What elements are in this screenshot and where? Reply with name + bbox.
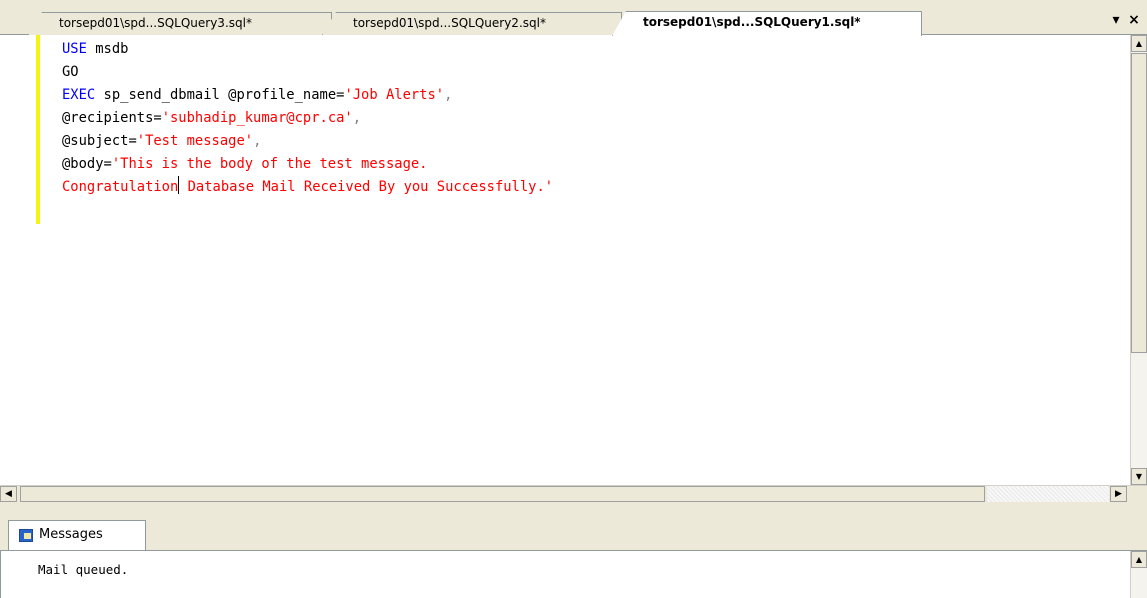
code-line: Congratulation Database Mail Received By… (62, 176, 553, 199)
code-line: @recipients='subhadip_kumar@cpr.ca', (62, 110, 362, 126)
code-line: EXEC sp_send_dbmail @profile_name='Job A… (62, 87, 453, 103)
code-line: USE msdb (62, 41, 129, 57)
change-indicator-bar (36, 35, 40, 224)
vertical-scroll-thumb[interactable] (1131, 53, 1147, 353)
sql-code[interactable]: USE msdb GO EXEC sp_send_dbmail @profile_n… (62, 38, 553, 199)
pane-splitter[interactable] (0, 502, 1147, 514)
tab-list-dropdown-icon[interactable]: ▾ (1107, 12, 1125, 28)
scroll-right-button[interactable]: ▶ (1110, 486, 1127, 502)
editor-gutter (0, 35, 36, 485)
tab-messages[interactable]: Messages (8, 520, 146, 550)
messages-icon (19, 529, 33, 542)
tab-sqlquery2[interactable]: torsepd01\spd...SQLQuery2.sql* (322, 12, 622, 35)
close-icon[interactable]: × (1125, 12, 1143, 28)
scroll-down-button[interactable]: ▼ (1131, 468, 1147, 485)
editor-horizontal-scrollbar[interactable]: ◀ ▶ (0, 485, 1147, 502)
tab-controls: ▾ × (1107, 12, 1143, 28)
horizontal-scroll-track[interactable] (987, 486, 1109, 502)
code-line: GO (62, 64, 79, 80)
message-text: Mail queued. (38, 562, 129, 577)
scroll-up-button[interactable]: ▲ (1131, 35, 1147, 52)
messages-vertical-scrollbar[interactable]: ▲ (1130, 551, 1147, 598)
code-line: @body='This is the body of the test mess… (62, 156, 428, 172)
results-tab-strip (0, 514, 1147, 551)
document-tab-strip: torsepd01\spd...SQLQuery3.sql* torsepd01… (0, 0, 1147, 36)
scroll-left-button[interactable]: ◀ (0, 486, 17, 502)
messages-tab-label: Messages (39, 527, 103, 542)
horizontal-scroll-thumb[interactable] (20, 486, 985, 502)
code-line: @subject='Test message', (62, 133, 262, 149)
messages-pane[interactable]: Mail queued. (0, 551, 1147, 598)
editor-vertical-scrollbar[interactable]: ▲ ▼ (1130, 35, 1147, 485)
tab-sqlquery3[interactable]: torsepd01\spd...SQLQuery3.sql* (28, 12, 332, 35)
messages-scroll-up-button[interactable]: ▲ (1131, 551, 1147, 568)
query-editor[interactable]: USE msdb GO EXEC sp_send_dbmail @profile_n… (0, 35, 1147, 485)
tab-sqlquery1[interactable]: torsepd01\spd...SQLQuery1.sql* (612, 11, 922, 36)
